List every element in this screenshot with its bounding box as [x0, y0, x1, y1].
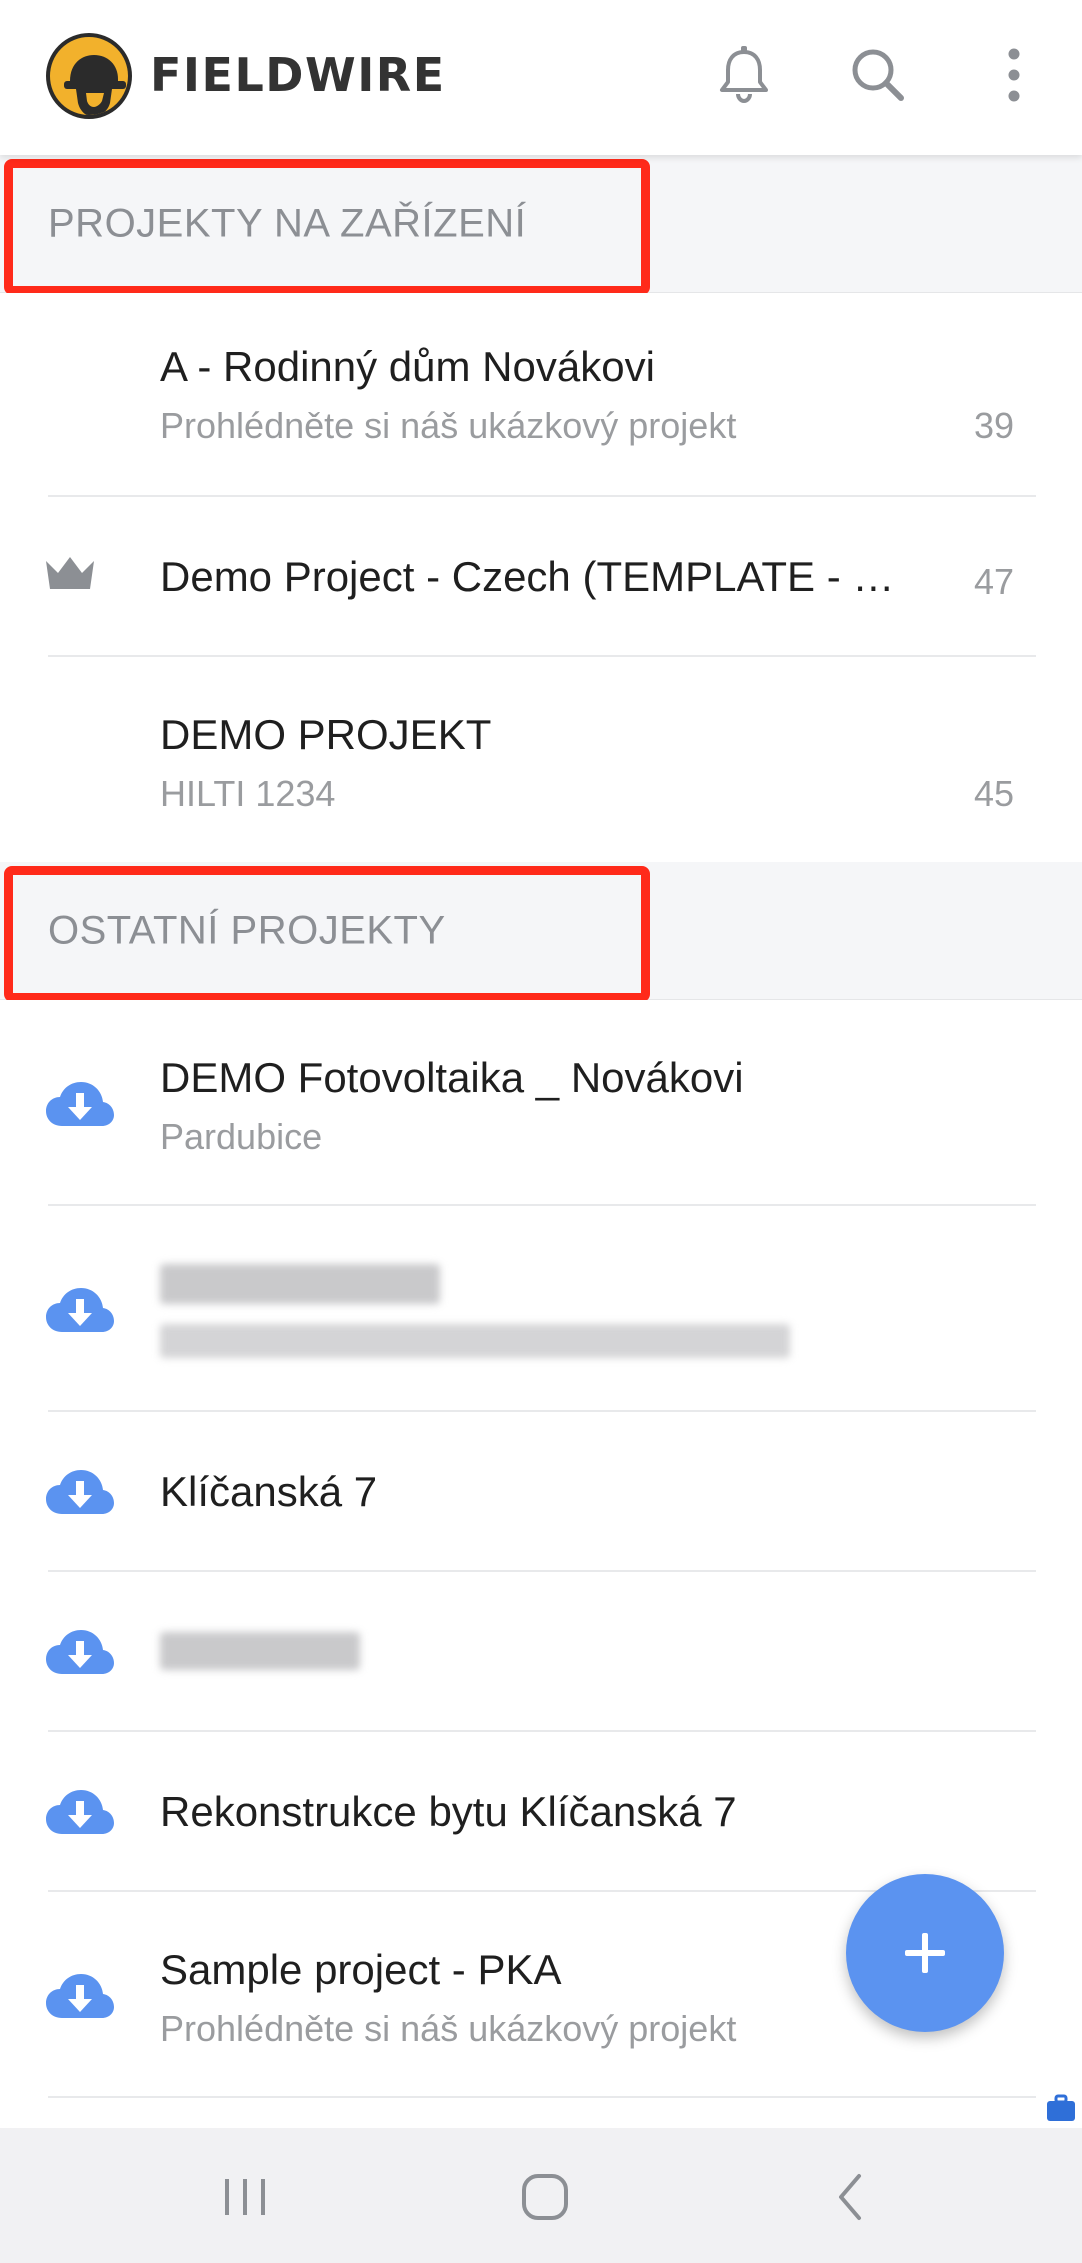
- project-row[interactable]: DEMO PROJEKT HILTI 1234 45: [0, 657, 1082, 862]
- cloud-download-icon[interactable]: [44, 1286, 116, 1339]
- plus-icon: [905, 1933, 945, 1973]
- cloud-download-icon[interactable]: [44, 1080, 116, 1133]
- project-title: Demo Project - Czech (TEMPLATE - …: [160, 553, 895, 600]
- recents-icon: [225, 2179, 265, 2215]
- bell-icon: [720, 46, 768, 104]
- project-row[interactable]: Rekonstrukce bytu Klíčanská 7: [0, 1732, 1082, 1892]
- back-button[interactable]: [815, 2162, 885, 2232]
- highlight-box: [4, 159, 650, 295]
- project-row[interactable]: A - Rodinný dům Novákovi Prohlédněte si …: [0, 293, 1082, 497]
- project-count: 47: [973, 561, 1014, 602]
- briefcase-icon: [1046, 2094, 1076, 2122]
- project-subtitle: Pardubice: [160, 1116, 323, 1157]
- project-subtitle: HILTI 1234: [160, 773, 336, 814]
- project-title: Rekonstrukce bytu Klíčanská 7: [160, 1788, 737, 1835]
- back-icon: [839, 2174, 861, 2220]
- redacted-title: [160, 1264, 440, 1304]
- recents-button[interactable]: [210, 2162, 280, 2232]
- crown-icon: [44, 555, 96, 596]
- project-subtitle: Prohlédněte si náš ukázkový projekt: [160, 405, 737, 446]
- project-title: A - Rodinný dům Novákovi: [160, 343, 655, 390]
- project-count: 39: [973, 405, 1014, 446]
- fieldwire-logo-icon: [46, 33, 132, 119]
- section-header-device-projects: PROJEKTY NA ZAŘÍZENÍ: [0, 155, 1082, 295]
- project-subtitle: Prohlédněte si náš ukázkový projekt: [160, 2008, 737, 2049]
- more-vert-icon: [1008, 48, 1020, 102]
- project-row[interactable]: Demo Project - Czech (TEMPLATE - … 47: [0, 497, 1082, 657]
- project-title: DEMO PROJEKT: [160, 711, 492, 758]
- notifications-button[interactable]: [709, 40, 779, 110]
- project-count: 45: [973, 773, 1014, 814]
- more-options-button[interactable]: [979, 40, 1049, 110]
- project-row[interactable]: Klíčanská 7: [0, 1412, 1082, 1572]
- system-nav-bar: [0, 2128, 1082, 2263]
- home-button[interactable]: [510, 2162, 580, 2232]
- search-icon: [852, 49, 904, 101]
- project-row[interactable]: [0, 1572, 1082, 1732]
- cloud-download-icon[interactable]: [44, 1468, 116, 1521]
- project-row[interactable]: [0, 1206, 1082, 1412]
- redacted-title: [160, 1632, 360, 1670]
- project-title: Sample project - PKA: [160, 1946, 562, 1993]
- redacted-subtitle: [160, 1324, 790, 1358]
- brand-title: FIELDWIRE: [150, 48, 446, 102]
- project-title: DEMO Fotovoltaika _ Novákovi: [160, 1054, 744, 1101]
- cloud-download-icon[interactable]: [44, 1972, 116, 2025]
- search-button[interactable]: [843, 40, 913, 110]
- app-bar: FIELDWIRE: [0, 0, 1082, 155]
- add-project-button[interactable]: [846, 1874, 1004, 2032]
- project-row[interactable]: DEMO Fotovoltaika _ Novákovi Pardubice: [0, 1000, 1082, 1206]
- cloud-download-icon[interactable]: [44, 1788, 116, 1841]
- cloud-download-icon[interactable]: [44, 1628, 116, 1681]
- home-icon: [522, 2174, 568, 2220]
- section-header-other-projects: OSTATNÍ PROJEKTY: [0, 862, 1082, 1002]
- highlight-box: [4, 866, 650, 1002]
- project-title: Klíčanská 7: [160, 1468, 378, 1515]
